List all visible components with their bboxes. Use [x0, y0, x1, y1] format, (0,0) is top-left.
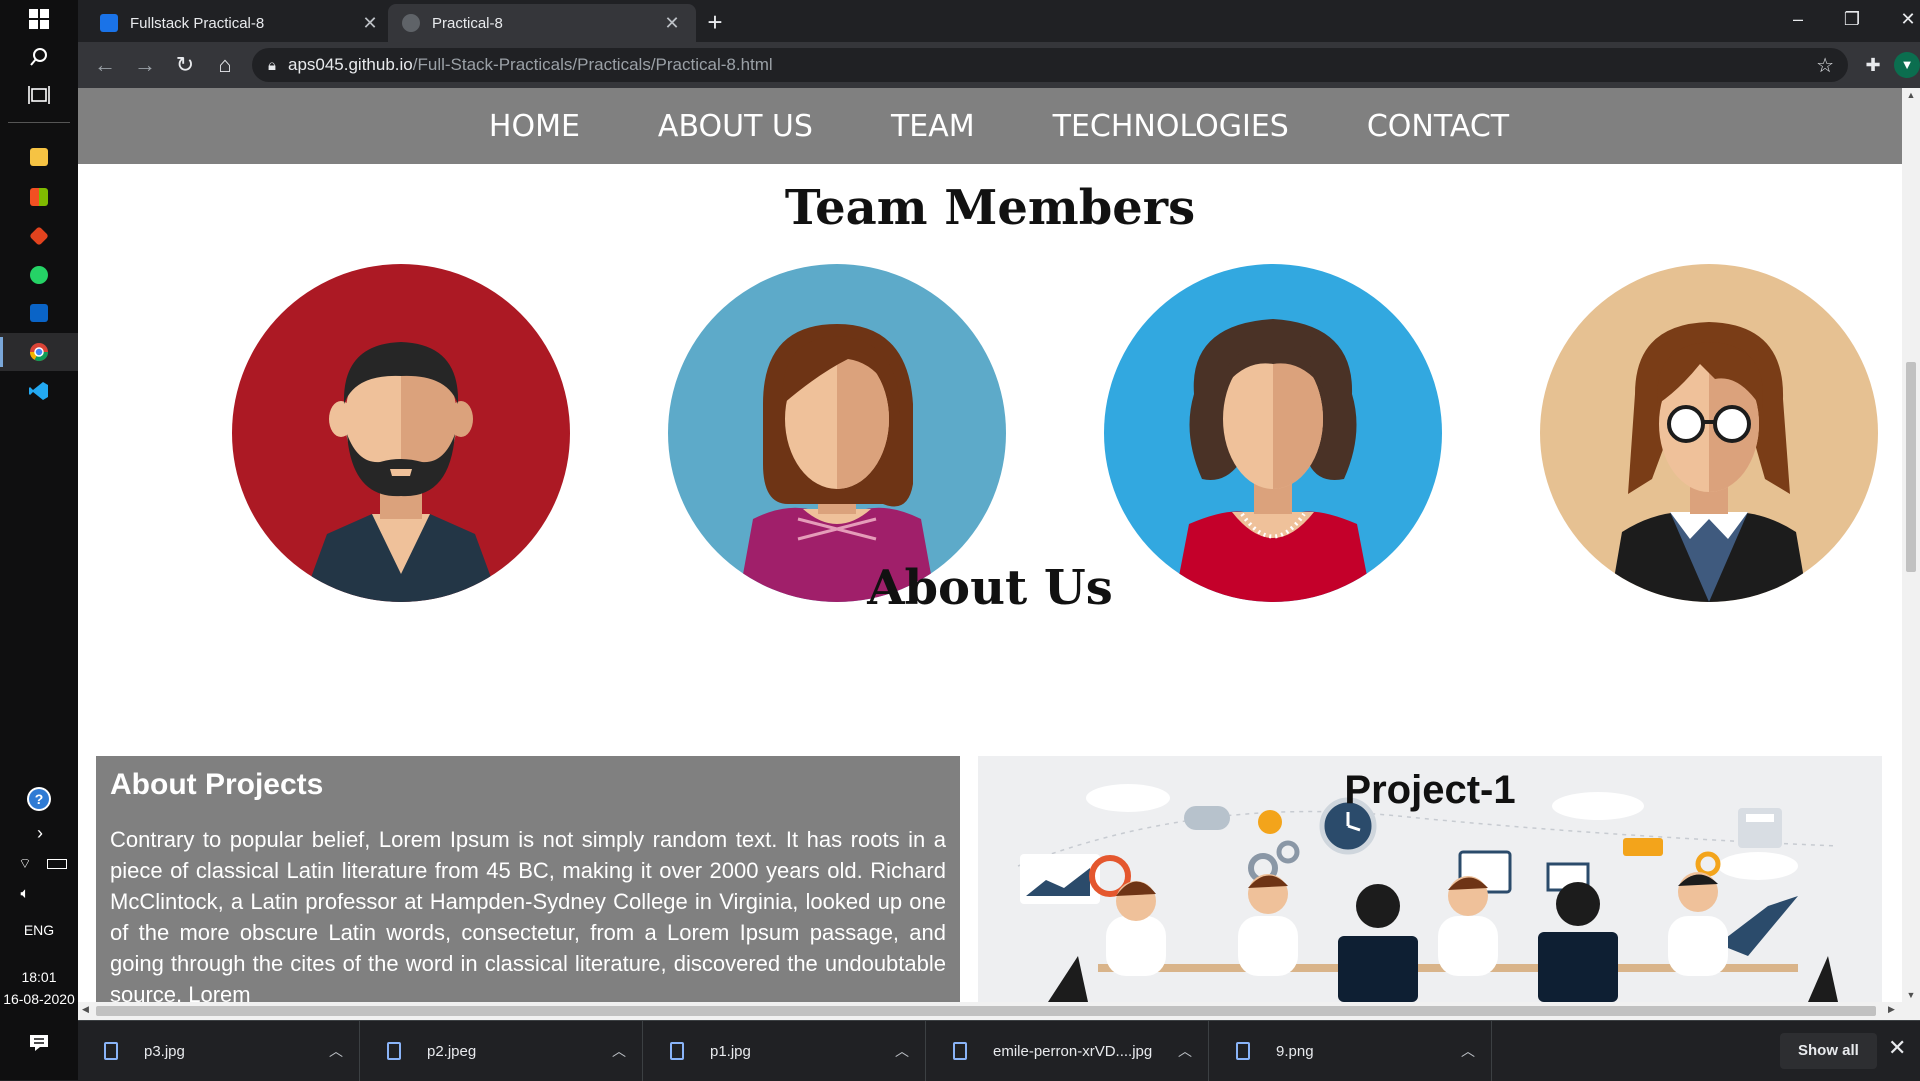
- new-tab-button[interactable]: +: [700, 8, 730, 38]
- tab-practical-8[interactable]: Practical-8 ✕: [388, 4, 696, 42]
- download-item[interactable]: emile-perron-xrVD....jpg ︿: [927, 1021, 1209, 1081]
- forward-arrow-icon[interactable]: →: [130, 50, 160, 80]
- windows-start-icon[interactable]: [0, 0, 78, 38]
- close-tab-icon[interactable]: ✕: [662, 13, 682, 34]
- nav-contact[interactable]: CONTACT: [1367, 109, 1509, 144]
- notification-icon[interactable]: [0, 1024, 78, 1062]
- task-view-icon[interactable]: [0, 76, 78, 114]
- profile-avatar-icon[interactable]: ▼: [1894, 52, 1920, 78]
- file-explorer-icon[interactable]: [0, 138, 78, 176]
- page-viewport: HOME ABOUT US TEAM TECHNOLOGIES CONTACT …: [78, 88, 1902, 1002]
- chevron-up-icon[interactable]: ︿: [1178, 1041, 1208, 1061]
- bearded-man-avatar-icon: [232, 264, 570, 602]
- vscode-icon[interactable]: [0, 372, 78, 410]
- show-all-downloads-button[interactable]: Show all: [1780, 1033, 1877, 1069]
- close-window-button[interactable]: ✕: [1888, 4, 1920, 34]
- globe-favicon-icon: [402, 14, 420, 32]
- nav-team[interactable]: TEAM: [891, 109, 975, 144]
- image-file-icon: [670, 1042, 684, 1060]
- chevron-up-icon[interactable]: ︿: [612, 1041, 642, 1061]
- download-filename: emile-perron-xrVD....jpg: [993, 1042, 1153, 1060]
- taskbar-divider: [8, 122, 70, 123]
- download-filename: p2.jpeg: [427, 1042, 477, 1060]
- horizontal-scrollbar[interactable]: ◀ ▶: [78, 1002, 1920, 1020]
- vertical-scrollbar[interactable]: ▲ ▼: [1902, 88, 1920, 1002]
- image-file-icon: [1236, 1042, 1250, 1060]
- chevron-up-icon[interactable]: ︿: [329, 1041, 359, 1061]
- download-bar: p3.jpg ︿ p2.jpeg ︿ p1.jpg ︿ emile-perron…: [78, 1020, 1920, 1081]
- extensions-puzzle-icon[interactable]: ✚: [1860, 52, 1886, 78]
- site-navbar: HOME ABOUT US TEAM TECHNOLOGIES CONTACT: [78, 88, 1902, 164]
- woman-brown-hair-avatar-icon: [668, 264, 1006, 602]
- nav-home[interactable]: HOME: [489, 109, 580, 144]
- scroll-up-arrow-icon[interactable]: ▲: [1902, 90, 1920, 100]
- language-indicator[interactable]: ENG: [0, 922, 78, 938]
- clock-date[interactable]: 16-08-2020: [0, 991, 78, 1007]
- url-host: aps045.github.io: [287, 55, 413, 74]
- scroll-down-arrow-icon[interactable]: ▼: [1902, 990, 1920, 1000]
- back-arrow-icon[interactable]: ←: [90, 50, 120, 80]
- svg-text:?: ?: [35, 791, 44, 807]
- chrome-icon[interactable]: [0, 333, 78, 371]
- image-file-icon: [104, 1042, 118, 1060]
- address-bar[interactable]: 🔒︎ aps045.github.io/Full-Stack-Practical…: [252, 48, 1848, 82]
- reload-icon[interactable]: ↻: [170, 50, 200, 80]
- office-icon[interactable]: [0, 217, 78, 255]
- download-item[interactable]: p3.jpg ︿: [78, 1021, 360, 1081]
- home-icon[interactable]: ⌂: [210, 50, 240, 80]
- store-icon[interactable]: [0, 178, 78, 216]
- image-file-icon: [387, 1042, 401, 1060]
- browser-window: Fullstack Practical-8 ✕ Practical-8 ✕ + …: [78, 0, 1920, 1081]
- vertical-scroll-thumb[interactable]: [1906, 362, 1916, 572]
- download-filename: p3.jpg: [144, 1042, 185, 1060]
- about-us-heading: About Us: [867, 560, 1113, 616]
- windows-taskbar: ? › ⌔ 🔈︎ ENG 18:01 16-08-2020: [0, 0, 78, 1080]
- outlook-icon[interactable]: [0, 294, 78, 332]
- woman-curly-hair-avatar-icon: [1104, 264, 1442, 602]
- horizontal-scroll-thumb[interactable]: [96, 1006, 1876, 1016]
- tab-title: Fullstack Practical-8: [130, 14, 265, 32]
- close-download-bar-icon[interactable]: ✕: [1888, 1035, 1906, 1061]
- scroll-right-arrow-icon[interactable]: ▶: [1888, 1004, 1895, 1015]
- nav-about-us[interactable]: ABOUT US: [658, 109, 813, 144]
- download-filename: p1.jpg: [710, 1042, 751, 1060]
- minimize-button[interactable]: –: [1778, 4, 1818, 34]
- url-path: /Full-Stack-Practicals/Practicals/Practi…: [412, 55, 773, 74]
- glasses-person-avatar-icon: [1540, 264, 1878, 602]
- tab-fullstack-practical[interactable]: Fullstack Practical-8 ✕: [86, 4, 394, 42]
- nav-technologies[interactable]: TECHNOLOGIES: [1053, 109, 1289, 144]
- lock-icon[interactable]: 🔒︎: [268, 57, 276, 74]
- about-projects-heading: About Projects: [110, 768, 324, 801]
- about-projects-panel: About Projects Contrary to popular belie…: [96, 756, 960, 1002]
- tab-title: Practical-8: [432, 14, 503, 32]
- team-members-heading: Team Members: [784, 180, 1196, 236]
- chevron-up-icon[interactable]: ︿: [895, 1041, 925, 1061]
- download-item[interactable]: p2.jpeg ︿: [361, 1021, 643, 1081]
- about-projects-text: Contrary to popular belief, Lorem Ipsum …: [110, 827, 946, 1002]
- close-tab-icon[interactable]: ✕: [360, 13, 380, 34]
- contacts-favicon-icon: [100, 14, 118, 32]
- tab-strip: Fullstack Practical-8 ✕ Practical-8 ✕ + …: [78, 0, 1920, 42]
- download-item[interactable]: 9.png ︿: [1210, 1021, 1492, 1081]
- help-icon[interactable]: ?: [0, 780, 78, 818]
- restore-button[interactable]: ❐: [1832, 4, 1872, 34]
- project-card: Project-1: [978, 756, 1882, 1002]
- volume-icon[interactable]: 🔈︎: [0, 874, 64, 912]
- whatsapp-icon[interactable]: [0, 256, 78, 294]
- image-file-icon: [953, 1042, 967, 1060]
- search-icon[interactable]: [0, 38, 78, 76]
- project-1-heading: Project-1: [1344, 768, 1516, 812]
- browser-toolbar: ← → ↻ ⌂ 🔒︎ aps045.github.io/Full-Stack-P…: [78, 42, 1920, 88]
- download-filename: 9.png: [1276, 1042, 1314, 1060]
- clock-time[interactable]: 18:01: [0, 969, 78, 985]
- chevron-up-icon[interactable]: ︿: [1461, 1041, 1491, 1061]
- bookmark-star-icon[interactable]: ☆: [1816, 53, 1834, 78]
- download-item[interactable]: p1.jpg ︿: [644, 1021, 926, 1081]
- scroll-left-arrow-icon[interactable]: ◀: [82, 1004, 89, 1015]
